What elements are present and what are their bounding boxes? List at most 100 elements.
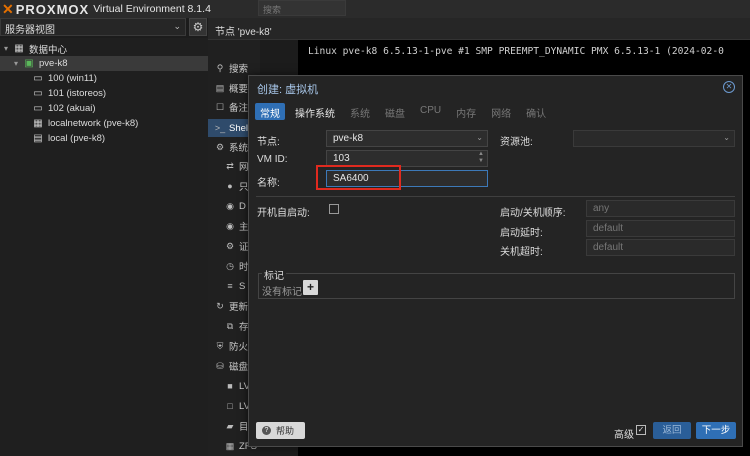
exchange-icon: ⇄ <box>226 160 234 171</box>
clock-icon: ◷ <box>226 260 234 271</box>
console-line: Linux pve-k8 6.5.13-1-pve #1 SMP PREEMPT… <box>308 46 724 57</box>
files-icon: ⧉ <box>226 320 234 331</box>
globe-icon: ◉ <box>226 220 234 231</box>
back-button[interactable]: 返回 <box>653 422 691 439</box>
chevron-down-icon: ⌄ <box>476 133 483 142</box>
tree-item-node-pve-k8[interactable]: ▾ ▣ pve-k8 <box>0 56 208 71</box>
network-icon: ▦ <box>33 118 43 129</box>
tree-item-vm-100[interactable]: ▭ 100 (win11) <box>32 71 97 86</box>
tree-item-localnetwork[interactable]: ▦ localnetwork (pve-k8) <box>32 116 138 131</box>
add-tag-button[interactable]: + <box>303 280 318 295</box>
tags-label: 标记 <box>262 267 286 282</box>
shield-icon: ⛨ <box>216 340 224 351</box>
tree-item-label: 100 (win11) <box>48 73 97 84</box>
tree-item-vm-102[interactable]: ▭ 102 (akuai) <box>32 101 96 116</box>
nav-label: D <box>239 200 246 212</box>
startup-delay-placeholder: default <box>593 223 624 234</box>
tab-confirm[interactable]: 确认 <box>521 103 551 120</box>
highlight-box <box>316 165 401 190</box>
spinner-arrows-icon[interactable]: ▲ ▼ <box>478 151 484 165</box>
tags-fieldset <box>258 273 735 299</box>
tree-item-label: local (pve-k8) <box>48 133 106 144</box>
nav-label: S <box>239 280 246 292</box>
tab-network[interactable]: 网络 <box>486 103 516 120</box>
tab-general[interactable]: 常规 <box>255 103 285 120</box>
startup-delay-input[interactable]: default <box>586 220 735 237</box>
tree-item-datacenter[interactable]: ▾ ▦ 数据中心 <box>4 41 67 56</box>
advanced-label: 高级 <box>614 430 634 441</box>
top-bar: ✕ PROXMOX Virtual Environment 8.1.4 搜索 <box>0 0 750 18</box>
node-header: 节点 'pve-k8' <box>208 18 750 40</box>
nav-label: 磁盘 <box>229 362 249 373</box>
name-label: 名称: <box>257 178 280 189</box>
node-select[interactable]: pve-k8 ⌄ <box>326 130 488 147</box>
startup-delay-label: 启动延时: <box>500 228 543 239</box>
monitor-icon: ▭ <box>33 103 43 114</box>
shutdown-timeout-label: 关机超时: <box>500 247 543 258</box>
tree-item-label: 数据中心 <box>29 44 68 56</box>
disk-icon: ⛁ <box>216 360 224 371</box>
caret-down-icon[interactable]: ▾ <box>14 59 23 68</box>
gears-icon: ⚙ <box>215 141 225 152</box>
tree-item-label: 102 (akuai) <box>48 103 96 114</box>
tab-cpu[interactable]: CPU <box>415 103 446 120</box>
nav-label: Shell <box>229 122 251 134</box>
resource-tree: ▾ ▦ 数据中心 ▾ ▣ pve-k8 ▭ 100 (win11) ▭ 101 … <box>0 38 208 456</box>
dialog-title: 创建: 虚拟机 <box>257 84 319 96</box>
node-icon: ▣ <box>24 58 34 69</box>
brand-name: PROXMOX <box>15 1 90 17</box>
refresh-icon: ↻ <box>216 300 224 311</box>
search-icon: ⚲ <box>216 62 224 73</box>
help-label: 帮助 <box>276 426 295 436</box>
tree-item-label: 101 (istoreos) <box>48 88 107 99</box>
vmid-value: 103 <box>333 153 350 164</box>
node-label: 节点: <box>257 137 280 148</box>
nav-label: 搜索 <box>229 64 249 75</box>
shutdown-timeout-input[interactable]: default <box>586 239 735 256</box>
caret-down-icon[interactable]: ▾ <box>4 44 13 53</box>
tags-empty-text: 没有标记 <box>262 287 302 298</box>
pool-select[interactable]: ⌄ <box>573 130 735 147</box>
list-icon: ≡ <box>227 281 233 291</box>
square-icon: □ <box>227 401 233 411</box>
terminal-icon: >_ <box>214 123 226 133</box>
onboot-checkbox[interactable] <box>329 204 339 214</box>
tab-disks[interactable]: 磁盘 <box>380 103 410 120</box>
startup-order-placeholder: any <box>593 203 610 214</box>
pool-label: 资源池: <box>500 137 533 148</box>
nav-label: 概要 <box>229 84 249 95</box>
search-input[interactable]: 搜索 <box>258 0 346 16</box>
monitor-icon: ▭ <box>33 88 43 99</box>
tree-item-local-storage[interactable]: ▤ local (pve-k8) <box>32 131 105 146</box>
chevron-down-icon: ⌄ <box>723 133 730 142</box>
nav-label: 备注 <box>229 103 249 114</box>
next-button[interactable]: 下一步 <box>696 422 736 439</box>
help-button[interactable]: ? 帮助 <box>256 422 305 439</box>
dot-icon: ● <box>227 181 233 191</box>
note-icon: ☐ <box>215 101 225 112</box>
tree-item-label: localnetwork (pve-k8) <box>48 118 139 129</box>
tab-system[interactable]: 系统 <box>345 103 375 120</box>
vmid-label: VM ID: <box>257 154 288 165</box>
nav-label: 防火 <box>229 342 249 353</box>
startup-order-input[interactable]: any <box>586 200 735 217</box>
folder-icon: ▰ <box>226 420 234 431</box>
advanced-checkbox[interactable]: ✓ <box>636 425 646 435</box>
monitor-icon: ▭ <box>33 73 43 84</box>
proxmox-logo[interactable]: ✕ PROXMOX Virtual Environment 8.1.4 <box>2 1 211 17</box>
tree-item-label: pve-k8 <box>39 58 68 69</box>
tab-os[interactable]: 操作系统 <box>290 103 340 120</box>
datacenter-icon: ▦ <box>14 43 24 54</box>
tree-item-vm-101[interactable]: ▭ 101 (istoreos) <box>32 86 106 101</box>
tab-memory[interactable]: 内存 <box>451 103 481 120</box>
close-icon[interactable]: ✕ <box>723 81 735 93</box>
server-view-label: 服务器视图 <box>5 25 55 36</box>
nav-label: 系统 <box>229 143 249 154</box>
server-view-select[interactable]: 服务器视图 ⌄ <box>0 18 186 36</box>
gear-icon[interactable]: ⚙ <box>189 18 207 36</box>
nav-label: 更新 <box>229 302 249 313</box>
globe-icon: ◉ <box>226 200 234 211</box>
grid-icon: ▦ <box>225 440 235 451</box>
startup-order-label: 启动/关机顺序: <box>500 208 566 219</box>
onboot-label: 开机自启动: <box>257 208 310 219</box>
